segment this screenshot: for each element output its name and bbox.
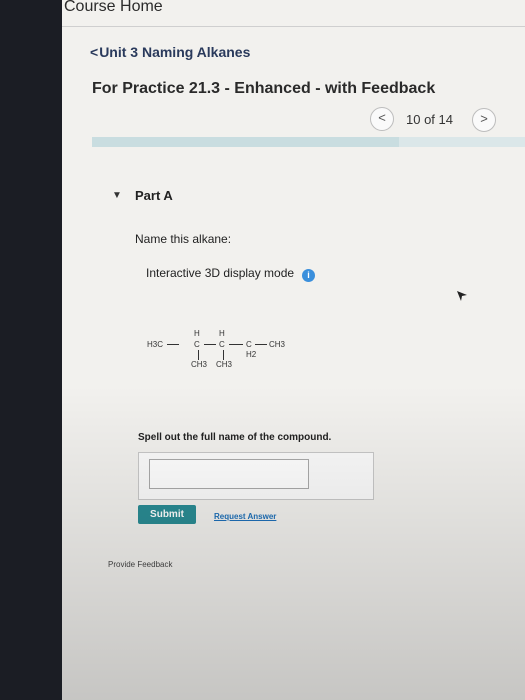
ch3-branch-1: CH3 bbox=[191, 360, 208, 369]
submit-button[interactable]: Submit bbox=[138, 505, 196, 524]
bond bbox=[167, 344, 179, 345]
breadcrumb-label: Unit 3 Naming Alkanes bbox=[99, 44, 251, 60]
h-atom-top-2: H bbox=[219, 329, 225, 338]
header-divider bbox=[62, 26, 525, 27]
previous-item-button[interactable]: < bbox=[370, 107, 394, 131]
carbon-1: C bbox=[194, 340, 200, 349]
interactive-3d-mode-label: Interactive 3D display mode bbox=[146, 266, 295, 280]
question-text: Name this alkane: bbox=[135, 232, 232, 246]
course-home-link[interactable]: Course Home bbox=[64, 0, 163, 16]
next-item-button[interactable]: > bbox=[472, 108, 496, 132]
bond bbox=[223, 350, 224, 360]
part-a-heading[interactable]: Part A bbox=[135, 188, 173, 203]
answer-container bbox=[138, 452, 374, 500]
info-icon[interactable]: i bbox=[302, 269, 315, 282]
item-counter: 10 of 14 bbox=[406, 112, 453, 127]
h3c-group: H3C bbox=[147, 340, 164, 349]
mastering-page: Course Home <Unit 3 Naming Alkanes For P… bbox=[62, 0, 525, 700]
progress-bar-fill bbox=[92, 137, 400, 147]
progress-bar bbox=[92, 137, 525, 147]
breadcrumb[interactable]: <Unit 3 Naming Alkanes bbox=[90, 44, 250, 60]
request-answer-link[interactable]: Request Answer bbox=[214, 512, 276, 521]
chevron-left-icon: < bbox=[90, 44, 99, 60]
assignment-title: For Practice 21.3 - Enhanced - with Feed… bbox=[92, 80, 436, 97]
bond bbox=[255, 344, 267, 345]
carbon-3: C bbox=[246, 340, 252, 349]
ch3-branch-2: CH3 bbox=[216, 360, 233, 369]
provide-feedback-link[interactable]: Provide Feedback bbox=[108, 560, 172, 569]
bond bbox=[198, 350, 199, 360]
h-atom-top-1: H bbox=[194, 329, 200, 338]
answer-input[interactable] bbox=[149, 459, 309, 489]
alkane-structure: H3C H C H C C H2 CH3 CH3 CH3 bbox=[147, 322, 307, 374]
bond bbox=[204, 344, 216, 345]
bond bbox=[229, 344, 243, 345]
h2-label: H2 bbox=[246, 350, 257, 359]
collapse-triangle-icon[interactable]: ▼ bbox=[112, 190, 122, 201]
carbon-2: C bbox=[219, 340, 225, 349]
answer-instruction: Spell out the full name of the compound. bbox=[138, 432, 332, 443]
mouse-cursor-icon bbox=[457, 291, 467, 301]
ch3-terminal: CH3 bbox=[269, 340, 286, 349]
